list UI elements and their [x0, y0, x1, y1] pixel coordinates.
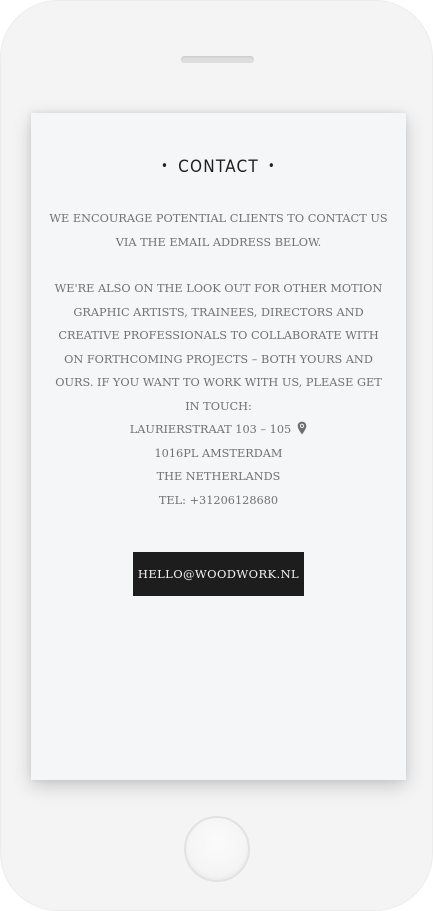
email-button[interactable]: HELLO@WOODWORK.NL	[133, 552, 304, 596]
phone-speaker	[181, 56, 254, 63]
address-block: LAURIERSTRAAT 103 – 105 1016PL AMSTERDAM…	[31, 418, 406, 512]
address-country: THE NETHERLANDS	[156, 470, 281, 483]
phone-frame: • CONTACT • WE ENCOURAGE POTENTIAL CLIENTS…	[0, 0, 433, 911]
intro-paragraph: WE ENCOURAGE POTENTIAL CLIENTS TO CONTAC…	[49, 212, 388, 249]
title-text: CONTACT	[178, 157, 259, 177]
page-title: • CONTACT •	[31, 157, 406, 177]
phone-screen: • CONTACT • WE ENCOURAGE POTENTIAL CLIENTS…	[31, 113, 406, 780]
map-pin-icon	[297, 421, 307, 435]
address-city: 1016PL AMSTERDAM	[154, 446, 283, 460]
address-street: LAURIERSTRAAT 103 – 105	[129, 423, 292, 436]
address-street-line: LAURIERSTRAAT 103 – 105	[31, 418, 406, 442]
collaboration-paragraph: WE'RE ALSO ON THE LOOK OUT FOR OTHER MOT…	[54, 282, 383, 413]
address-phone[interactable]: TEL: +31206128680	[31, 489, 406, 513]
title-dot-right: •	[267, 159, 276, 174]
title-dot-left: •	[161, 159, 170, 174]
home-button[interactable]	[184, 816, 250, 882]
